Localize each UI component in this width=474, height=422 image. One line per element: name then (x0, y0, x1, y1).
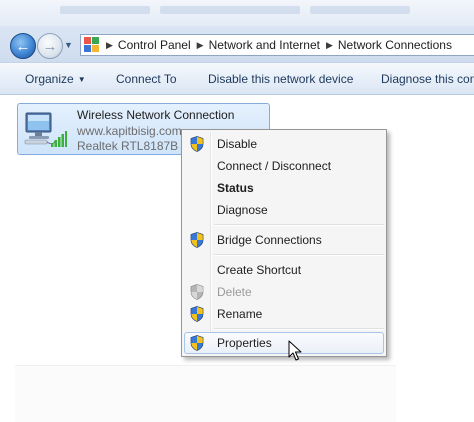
menu-item-create-shortcut[interactable]: Create Shortcut (184, 259, 384, 281)
chevron-down-icon: ▼ (77, 75, 86, 84)
menu-separator (214, 254, 384, 256)
disable-device-label: Disable this network device (208, 72, 354, 86)
menu-item-label: Status (217, 181, 254, 195)
title-strip (0, 0, 474, 26)
organize-label: Organize (25, 72, 74, 86)
menu-item-connect-disconnect[interactable]: Connect / Disconnect (184, 155, 384, 177)
uac-shield-icon (190, 136, 204, 152)
connect-to-button[interactable]: Connect To (116, 72, 177, 86)
title-strip-ghost (160, 6, 300, 14)
back-button[interactable]: ← (10, 33, 36, 59)
breadcrumb-control-panel[interactable]: Control Panel (118, 38, 191, 52)
disable-device-button[interactable]: Disable this network device (208, 72, 353, 86)
diagnose-connection-label: Diagnose this conn (381, 72, 474, 86)
connect-to-label: Connect To (116, 72, 177, 86)
menu-item-delete: Delete (184, 281, 384, 303)
menu-item-status[interactable]: Status (184, 177, 384, 199)
wireless-network-icon (24, 112, 67, 147)
uac-shield-icon (190, 335, 204, 351)
menu-item-properties[interactable]: Properties (184, 332, 384, 354)
forward-button[interactable]: → (37, 33, 63, 59)
uac-shield-icon (190, 306, 204, 322)
organize-menu-button[interactable]: Organize ▼ (25, 72, 86, 86)
menu-item-label: Disable (217, 137, 258, 151)
breadcrumb-network-and-internet[interactable]: Network and Internet (209, 38, 320, 52)
menu-separator (214, 328, 384, 330)
menu-separator (214, 224, 384, 226)
address-bar[interactable]: ▶ Control Panel ▶ Network and Internet ▶… (80, 34, 474, 56)
menu-item-rename[interactable]: Rename (184, 303, 384, 325)
diagnose-connection-button[interactable]: Diagnose this conn (381, 72, 474, 86)
title-strip-ghost (310, 6, 410, 14)
mouse-pointer-icon (288, 340, 302, 361)
window-chrome: ← → ▼ ▶ Control Panel ▶ Network and Inte… (0, 0, 474, 62)
menu-item-label: Properties (217, 336, 272, 350)
menu-item-bridge-connections[interactable]: Bridge Connections (184, 229, 384, 251)
uac-shield-icon (190, 284, 204, 300)
breadcrumb-separator-icon[interactable]: ▶ (326, 40, 333, 51)
control-panel-icon (84, 37, 100, 53)
empty-area (15, 365, 396, 422)
chevron-down-icon: ▼ (64, 40, 73, 50)
breadcrumb-separator-icon[interactable]: ▶ (197, 40, 204, 51)
menu-item-label: Rename (217, 307, 263, 321)
breadcrumb-network-connections[interactable]: Network Connections (338, 38, 452, 52)
connection-status: www.kapitbisig.com (77, 124, 182, 138)
command-bar: Organize ▼ Connect To Disable this networ… (0, 62, 474, 95)
menu-item-diagnose[interactable]: Diagnose (184, 199, 384, 221)
menu-item-label: Delete (217, 285, 252, 299)
menu-item-label: Bridge Connections (217, 233, 322, 247)
connection-name: Wireless Network Connection (77, 108, 235, 122)
back-arrow-icon: ← (15, 37, 31, 55)
recent-pages-dropdown[interactable]: ▼ (64, 40, 74, 50)
context-menu: Disable Connect / Disconnect Status Diag… (181, 129, 387, 357)
breadcrumb-separator-icon[interactable]: ▶ (106, 40, 113, 51)
menu-item-label: Connect / Disconnect (217, 159, 332, 173)
uac-shield-icon (190, 232, 204, 248)
connection-adapter: Realtek RTL8187B W (77, 139, 193, 153)
menu-item-label: Diagnose (217, 203, 268, 217)
menu-item-disable[interactable]: Disable (184, 133, 384, 155)
title-strip-ghost (60, 6, 150, 14)
forward-arrow-icon: → (42, 37, 58, 55)
menu-item-label: Create Shortcut (217, 263, 302, 277)
